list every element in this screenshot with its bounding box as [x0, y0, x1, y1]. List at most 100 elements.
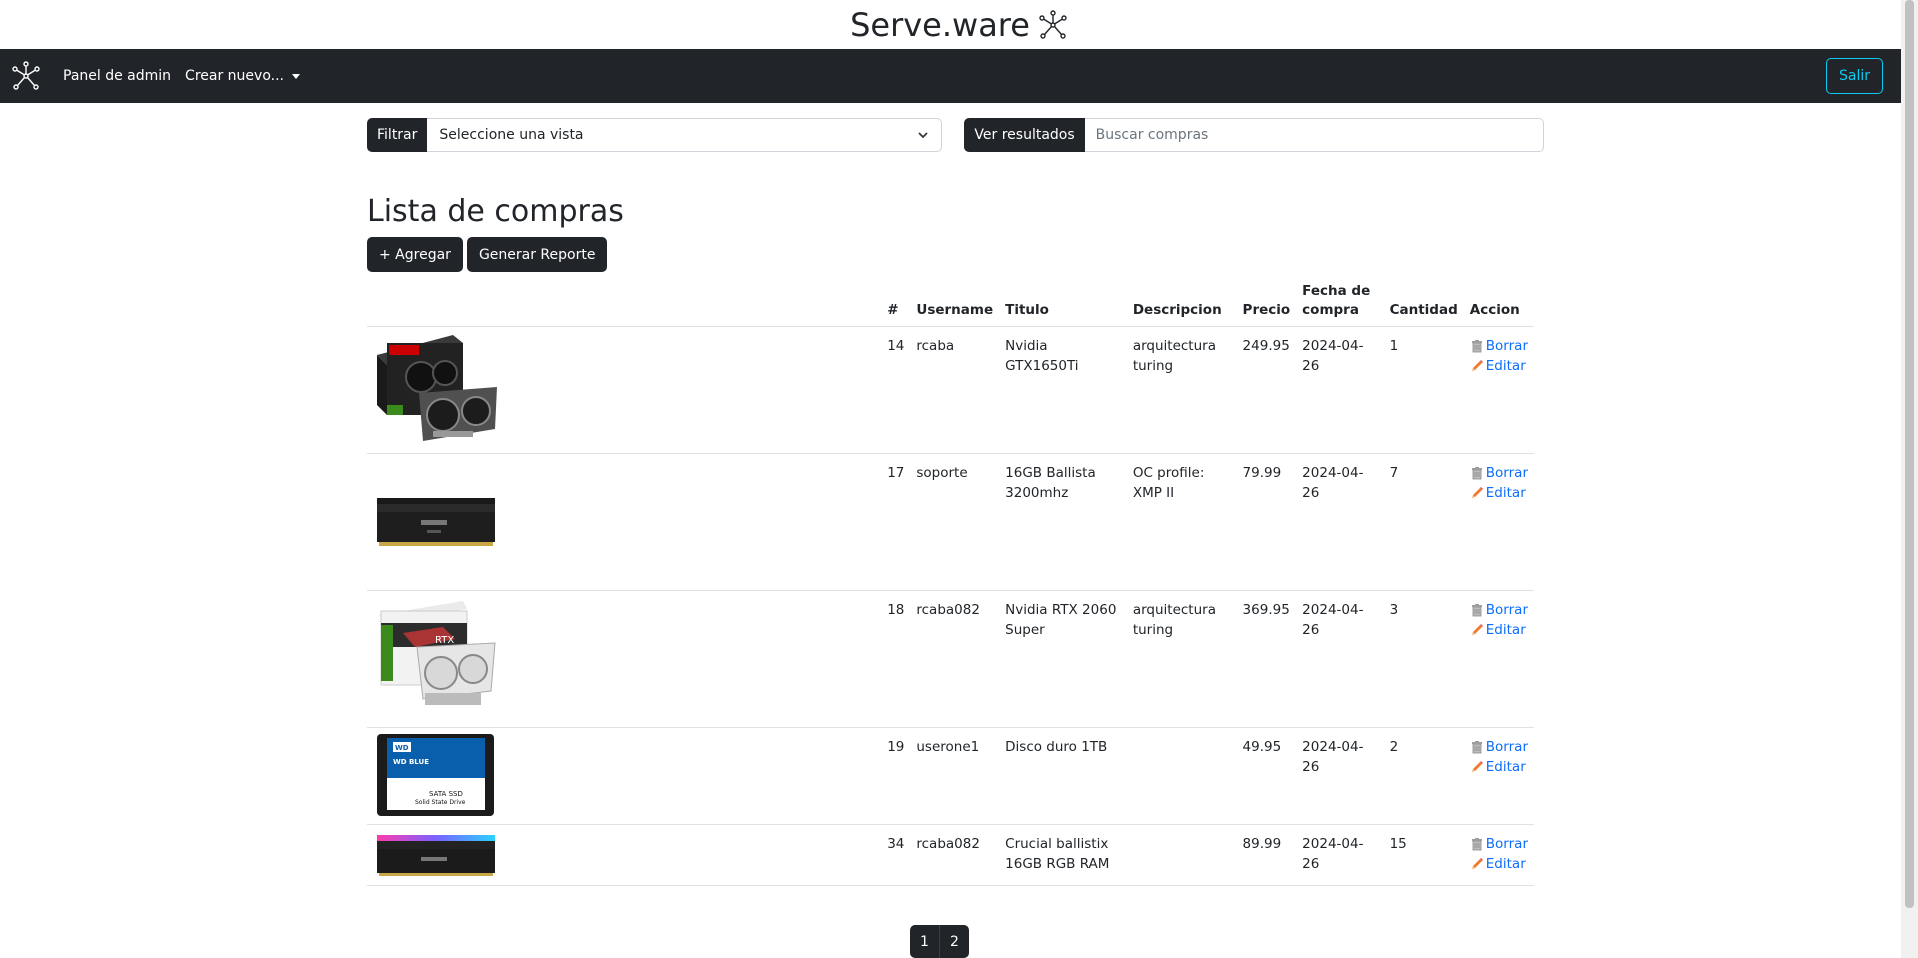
- edit-label: Editar: [1485, 759, 1526, 775]
- generate-report-button[interactable]: Generar Reporte: [466, 237, 608, 272]
- delete-label: Borrar: [1485, 739, 1528, 755]
- trash-icon: [1471, 604, 1482, 617]
- view-select-value: Seleccione una vista: [439, 127, 584, 143]
- network-nodes-icon: [1039, 9, 1067, 39]
- cell-actions: Borrar Editar: [1463, 453, 1534, 591]
- product-image: RTX: [373, 595, 881, 720]
- edit-link[interactable]: Editar: [1470, 356, 1528, 376]
- header-description: Descripcion: [1126, 278, 1237, 327]
- search-input[interactable]: Buscar compras: [1084, 118, 1544, 152]
- cell-title: Disco duro 1TB: [999, 727, 1127, 825]
- page-2-button[interactable]: 2: [940, 925, 969, 958]
- cell-date: 2024-04-26: [1296, 453, 1384, 591]
- header-date: Fecha de compra: [1296, 278, 1384, 327]
- table-row: 34 rcaba082 Crucial ballistix 16GB RGB R…: [367, 824, 1534, 886]
- cell-price: 89.99: [1236, 824, 1297, 886]
- header-action: Accion: [1463, 278, 1534, 327]
- cell-description: OC profile: XMP II: [1126, 453, 1237, 591]
- edit-label: Editar: [1485, 358, 1526, 374]
- nav-create-new-dropdown[interactable]: Crear nuevo...: [185, 68, 300, 84]
- pencil-icon: [1471, 858, 1483, 869]
- delete-link[interactable]: Borrar: [1470, 737, 1528, 757]
- header-image: [367, 278, 882, 327]
- cell-id: 34: [881, 824, 911, 886]
- caret-down-icon: [291, 73, 300, 79]
- edit-link[interactable]: Editar: [1470, 854, 1528, 874]
- table-row: 14 rcaba Nvidia GTX1650Ti arquitectura t…: [367, 326, 1534, 454]
- trash-icon: [1471, 340, 1482, 353]
- edit-link[interactable]: Editar: [1470, 620, 1528, 640]
- filter-search-row: Filtrar Seleccione una vista Ver resulta…: [367, 118, 1544, 152]
- filter-label: Filtrar: [367, 118, 428, 152]
- product-image: [373, 331, 881, 446]
- search-group: Ver resultados Buscar compras: [964, 118, 1544, 152]
- product-image-cell: [367, 453, 882, 591]
- cell-quantity: 7: [1383, 453, 1464, 591]
- cell-username: userone1: [910, 727, 1000, 825]
- cell-actions: Borrar Editar: [1463, 590, 1534, 728]
- table-header-row: # Username Titulo Descripcion Precio Fec…: [367, 278, 1534, 327]
- chevron-down-icon: [918, 132, 929, 139]
- product-image-cell: RTX: [367, 590, 882, 728]
- delete-link[interactable]: Borrar: [1470, 834, 1528, 854]
- add-button[interactable]: + Agregar: [367, 237, 463, 272]
- view-select[interactable]: Seleccione una vista: [427, 118, 943, 152]
- product-image-cell: [367, 326, 882, 454]
- cell-title: Nvidia GTX1650Ti: [999, 326, 1127, 454]
- page-scrollbar[interactable]: [1901, 0, 1918, 958]
- delete-link[interactable]: Borrar: [1470, 600, 1528, 620]
- pencil-icon: [1471, 761, 1483, 772]
- table-row: RTX 18 rcaba082 Nvidia RTX 2060 Super ar…: [367, 590, 1534, 728]
- edit-link[interactable]: Editar: [1470, 757, 1528, 777]
- pagination: 1 2: [910, 925, 969, 958]
- action-buttons: + Agregar Generar Reporte: [367, 237, 1534, 272]
- header-id: #: [881, 278, 911, 327]
- top-navbar: Panel de admin Crear nuevo... Salir: [0, 49, 1901, 103]
- svg-text:RTX: RTX: [435, 635, 454, 646]
- cell-date: 2024-04-26: [1296, 727, 1384, 825]
- table-row: 17 soporte 16GB Ballista 3200mhz OC prof…: [367, 453, 1534, 591]
- edit-link[interactable]: Editar: [1470, 483, 1528, 503]
- see-results-button[interactable]: Ver resultados: [964, 118, 1085, 152]
- cell-username: rcaba082: [910, 824, 1000, 886]
- network-nodes-icon[interactable]: [11, 60, 41, 92]
- cell-quantity: 2: [1383, 727, 1464, 825]
- nav-create-new-label: Crear nuevo...: [185, 68, 284, 84]
- cell-description: [1126, 824, 1237, 886]
- header-username: Username: [910, 278, 1000, 327]
- edit-label: Editar: [1485, 856, 1526, 872]
- pencil-icon: [1471, 624, 1483, 635]
- brand-header: Serve.ware: [0, 0, 1918, 49]
- delete-label: Borrar: [1485, 338, 1528, 354]
- cell-price: 49.95: [1236, 727, 1297, 825]
- table-row: WD WD BLUE SATA SSD Solid State Drive 19…: [367, 727, 1534, 825]
- svg-text:WD BLUE: WD BLUE: [393, 758, 429, 766]
- delete-label: Borrar: [1485, 465, 1528, 481]
- purchases-table: # Username Titulo Descripcion Precio Fec…: [367, 278, 1534, 886]
- svg-text:Solid State Drive: Solid State Drive: [415, 799, 466, 806]
- pencil-icon: [1471, 360, 1483, 371]
- delete-label: Borrar: [1485, 602, 1528, 618]
- cell-actions: Borrar Editar: [1463, 326, 1534, 454]
- cell-username: rcaba: [910, 326, 1000, 454]
- header-quantity: Cantidad: [1383, 278, 1464, 327]
- product-image: [373, 458, 881, 583]
- cell-description: arquitectura turing: [1126, 590, 1237, 728]
- cell-title: Crucial ballistix 16GB RGB RAM: [999, 824, 1127, 886]
- logout-button[interactable]: Salir: [1825, 58, 1883, 94]
- product-image-cell: WD WD BLUE SATA SSD Solid State Drive: [367, 727, 882, 825]
- cell-price: 249.95: [1236, 326, 1297, 454]
- scrollbar-thumb[interactable]: [1905, 0, 1914, 908]
- cell-actions: Borrar Editar: [1463, 824, 1534, 886]
- page-1-button[interactable]: 1: [910, 925, 940, 958]
- cell-quantity: 1: [1383, 326, 1464, 454]
- nav-admin-panel[interactable]: Panel de admin: [63, 68, 171, 84]
- delete-link[interactable]: Borrar: [1470, 463, 1528, 483]
- trash-icon: [1471, 467, 1482, 480]
- svg-text:SATA SSD: SATA SSD: [429, 790, 463, 798]
- cell-id: 19: [881, 727, 911, 825]
- product-image: WD WD BLUE SATA SSD Solid State Drive: [373, 732, 881, 818]
- delete-link[interactable]: Borrar: [1470, 336, 1528, 356]
- cell-id: 14: [881, 326, 911, 454]
- cell-price: 369.95: [1236, 590, 1297, 728]
